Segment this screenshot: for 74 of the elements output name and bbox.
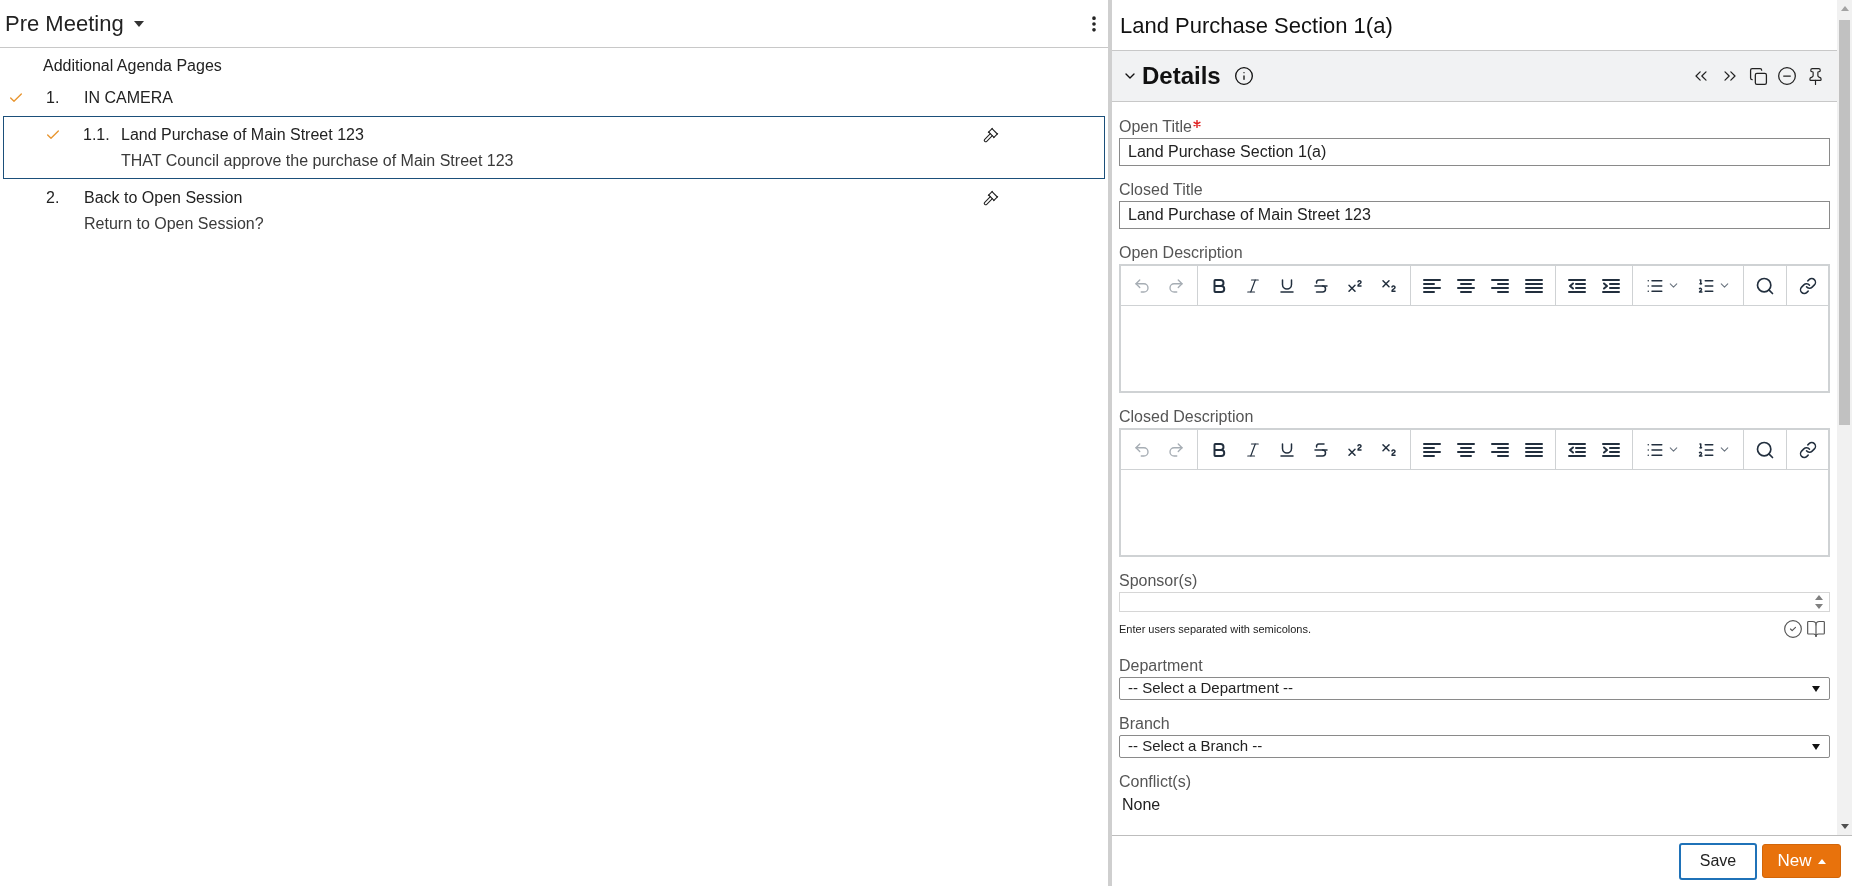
caret-down-icon xyxy=(1812,685,1820,692)
details-section-toggle[interactable]: Details xyxy=(1122,58,1221,94)
gavel-icon[interactable] xyxy=(983,190,999,206)
align-justify-icon xyxy=(1525,278,1543,293)
item-title: Land Purchase of Main Street 123 xyxy=(121,125,364,145)
save-button[interactable]: Save xyxy=(1679,842,1757,880)
field-label: Department xyxy=(1119,656,1203,676)
item-number: 2. xyxy=(46,188,61,208)
field-label: Sponsor(s) xyxy=(1119,571,1198,591)
people-picker-field[interactable] xyxy=(1119,592,1830,612)
meeting-dropdown[interactable]: Pre Meeting xyxy=(5,7,144,40)
dropdown-field[interactable]: -- Select a Department -- xyxy=(1119,677,1830,700)
dropdown-field[interactable]: -- Select a Branch -- xyxy=(1119,735,1830,758)
numbered-list-icon xyxy=(1696,440,1715,459)
pin-icon[interactable] xyxy=(1806,66,1825,86)
field-value: None xyxy=(1122,795,1161,815)
item-title: IN CAMERA xyxy=(84,88,173,108)
caret-down-icon xyxy=(1812,743,1820,750)
field-label: Closed Title xyxy=(1119,180,1203,200)
page-title: Land Purchase Section 1(a) xyxy=(1120,11,1393,40)
field-label: Open Description xyxy=(1119,243,1243,263)
agenda-item[interactable]: 1. IN CAMERA xyxy=(3,79,1105,116)
link-icon xyxy=(1799,440,1817,459)
scrollbar-thumb[interactable] xyxy=(1839,20,1850,425)
gavel-icon[interactable] xyxy=(983,127,999,143)
open-book-icon[interactable] xyxy=(1806,619,1826,639)
field-label: Branch xyxy=(1119,714,1170,734)
scroll-down-arrow-icon[interactable] xyxy=(1840,824,1849,829)
underline-icon xyxy=(1278,276,1296,295)
undo-icon xyxy=(1133,440,1151,459)
redo-icon xyxy=(1167,440,1185,459)
item-description: THAT Council approve the purchase of Main Street 123 xyxy=(121,151,514,171)
undo-icon xyxy=(1133,276,1151,295)
info-icon[interactable] xyxy=(1233,66,1254,86)
section-label: Additional Agenda Pages xyxy=(43,57,222,74)
indent-icon xyxy=(1602,442,1620,457)
align-left-icon xyxy=(1423,278,1441,293)
redo-icon xyxy=(1167,276,1185,295)
agenda-item[interactable]: 2. Back to Open Session Return to Open Session? xyxy=(3,179,1105,242)
numbered-list-icon xyxy=(1696,276,1715,295)
align-right-icon xyxy=(1491,442,1509,457)
agenda-item[interactable]: 1.1. Land Purchase of Main Street 123 THAT Council approve the purchase of Main Street 123 xyxy=(3,116,1105,179)
indent-icon xyxy=(1602,278,1620,293)
copy-icon[interactable] xyxy=(1749,66,1768,86)
text-input[interactable]: Land Purchase Section 1(a) xyxy=(1119,138,1830,166)
strikethrough-icon xyxy=(1312,276,1330,295)
field-label: Conflict(s) xyxy=(1119,772,1191,792)
link-icon xyxy=(1799,276,1817,295)
align-left-icon xyxy=(1423,442,1441,457)
align-right-icon xyxy=(1491,278,1509,293)
field-label: Open Title xyxy=(1119,117,1192,137)
align-justify-icon xyxy=(1525,442,1543,457)
strikethrough-icon xyxy=(1312,440,1330,459)
outdent-icon xyxy=(1568,278,1586,293)
help-text: Enter users separated with semicolons. xyxy=(1119,621,1311,637)
underline-icon xyxy=(1278,440,1296,459)
text-input[interactable]: Land Purchase of Main Street 123 xyxy=(1119,201,1830,229)
check-circle-icon[interactable] xyxy=(1783,619,1803,639)
item-description: Return to Open Session? xyxy=(84,214,264,234)
minus-circle-icon[interactable] xyxy=(1777,66,1797,86)
outdent-icon xyxy=(1568,442,1586,457)
italic-icon xyxy=(1244,276,1262,295)
scrollbar[interactable] xyxy=(1837,0,1852,835)
italic-icon xyxy=(1244,440,1262,459)
item-title: Back to Open Session xyxy=(84,188,243,208)
caret-down-icon xyxy=(133,20,144,27)
item-number: 1. xyxy=(46,88,61,108)
align-center-icon xyxy=(1457,442,1475,457)
align-center-icon xyxy=(1457,278,1475,293)
search-icon xyxy=(1755,439,1775,460)
field-label: Closed Description xyxy=(1119,407,1254,427)
search-icon xyxy=(1755,275,1775,296)
spinner-arrows-icon xyxy=(1815,595,1823,609)
item-number: 1.1. xyxy=(83,125,111,145)
